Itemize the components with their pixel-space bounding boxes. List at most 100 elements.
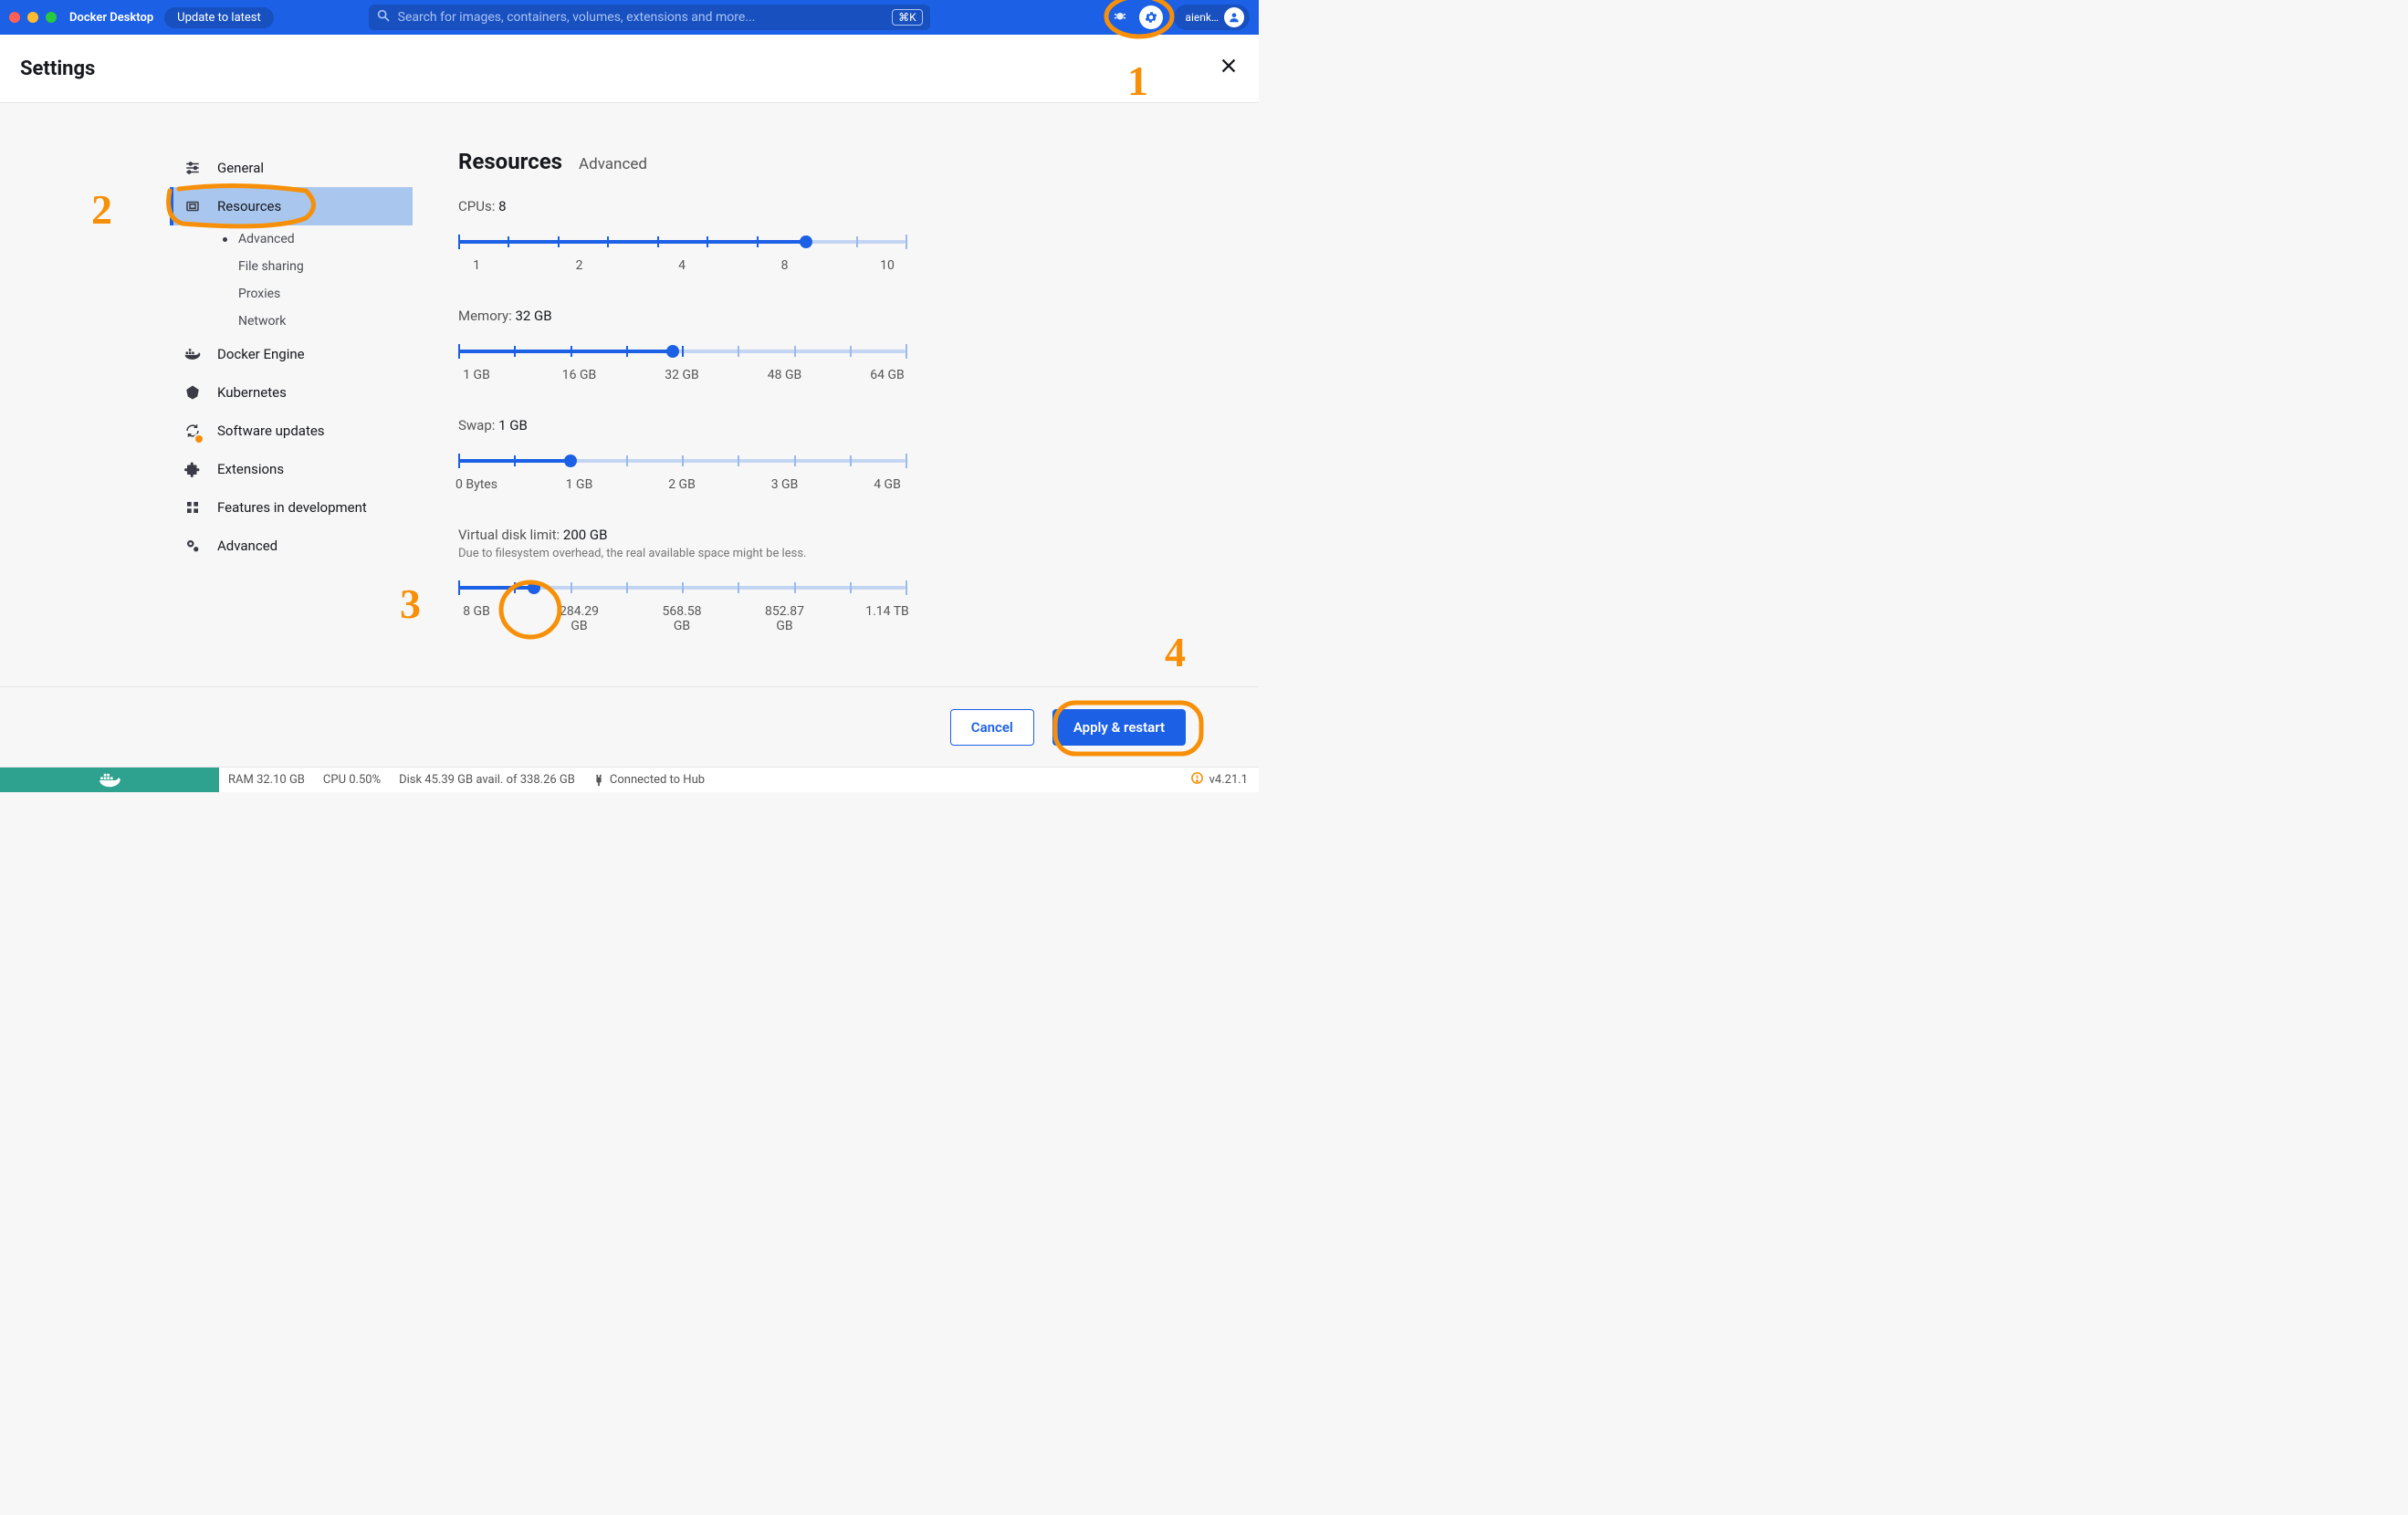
- setting-cpus: CPUs: 8 124810: [458, 198, 1122, 273]
- minimize-window-icon[interactable]: [27, 12, 38, 23]
- slider-tick-label: 1.14 TB: [860, 604, 915, 633]
- disk-note: Due to filesystem overhead, the real ava…: [458, 547, 1122, 560]
- memory-slider-labels: 1 GB 16 GB 32 GB 48 GB 64 GB: [449, 368, 915, 382]
- search-input[interactable]: Search for images, containers, volumes, …: [369, 5, 930, 30]
- sidebar-item-label: Software updates: [217, 423, 325, 439]
- slider-tick-label: 4 GB: [860, 477, 915, 492]
- sidebar-item-advanced[interactable]: Advanced: [170, 527, 413, 565]
- cpus-label: CPUs:: [458, 198, 495, 214]
- slider-tick-label: 1 GB: [552, 477, 607, 492]
- sidebar-item-docker-engine[interactable]: Docker Engine: [170, 335, 413, 373]
- disk-slider-labels: 8 GB 284.29 GB 568.58 GB 852.87 GB 1.14 TB: [449, 604, 915, 633]
- disk-label: Virtual disk limit:: [458, 527, 560, 543]
- cpus-slider[interactable]: [458, 231, 906, 253]
- resources-icon: [183, 198, 203, 214]
- status-disk: Disk 45.39 GB avail. of 338.26 GB: [390, 773, 584, 787]
- puzzle-icon: [183, 461, 203, 477]
- slider-tick-label: 0 Bytes: [449, 477, 504, 492]
- close-window-icon[interactable]: [9, 12, 20, 23]
- update-button[interactable]: Update to latest: [164, 7, 274, 28]
- settings-header: Settings: [0, 35, 1259, 103]
- sidebar-item-label: Extensions: [217, 461, 284, 477]
- slider-tick-label: 64 GB: [860, 368, 915, 382]
- maximize-window-icon[interactable]: [46, 12, 57, 23]
- sliders-icon: [183, 160, 203, 176]
- sidebar-sub-label: Network: [238, 314, 286, 329]
- shortcut-badge: ⌘K: [892, 9, 923, 26]
- memory-slider[interactable]: [458, 340, 906, 362]
- setting-memory: Memory: 32 GB 1 GB16 GB32 GB48 GB64 GB: [458, 308, 1122, 382]
- username-label: aienk…: [1185, 11, 1219, 24]
- sidebar-item-features-dev[interactable]: Features in development: [170, 488, 413, 527]
- sidebar-sub-filesharing[interactable]: File sharing: [170, 253, 413, 280]
- apply-restart-button[interactable]: Apply & restart: [1052, 709, 1186, 746]
- window-controls: [9, 12, 57, 23]
- avatar-icon: [1224, 7, 1244, 27]
- slider-tick-label: 1: [449, 258, 504, 273]
- account-chip[interactable]: aienk…: [1174, 5, 1250, 30]
- sidebar-item-general[interactable]: General: [170, 149, 413, 187]
- sidebar-item-resources[interactable]: Resources: [170, 187, 413, 225]
- sidebar-sub-label: Proxies: [238, 287, 280, 301]
- sidebar-item-label: Docker Engine: [217, 346, 305, 362]
- bullet-icon: [223, 237, 227, 242]
- memory-label: Memory:: [458, 308, 512, 324]
- sidebar-item-label: Features in development: [217, 499, 367, 516]
- slider-tick-label: 2: [552, 258, 607, 273]
- sidebar-item-extensions[interactable]: Extensions: [170, 450, 413, 488]
- slider-tick-label: 284.29 GB: [552, 604, 607, 633]
- slider-tick-label: 10: [860, 258, 915, 273]
- slider-tick-label: 852.87 GB: [758, 604, 812, 633]
- slider-tick-label: 32 GB: [654, 368, 709, 382]
- content-title: Resources: [458, 149, 562, 174]
- bug-icon[interactable]: [1112, 7, 1128, 27]
- update-badge-icon: [194, 434, 204, 444]
- slider-tick-label: 2 GB: [654, 477, 709, 492]
- footer-actions: Cancel Apply & restart: [0, 686, 1259, 767]
- setting-disk: Virtual disk limit: 200 GB Due to filesy…: [458, 527, 1122, 633]
- cpus-value: 8: [498, 198, 506, 214]
- swap-slider[interactable]: [458, 450, 906, 472]
- sidebar-sub-network[interactable]: Network: [170, 308, 413, 335]
- content-subtitle: Advanced: [579, 155, 647, 173]
- search-placeholder: Search for images, containers, volumes, …: [398, 10, 885, 25]
- sidebar-item-kubernetes[interactable]: Kubernetes: [170, 373, 413, 412]
- sidebar-sub-advanced[interactable]: Advanced: [170, 225, 413, 253]
- cancel-button[interactable]: Cancel: [950, 709, 1034, 746]
- sidebar-sub-proxies[interactable]: Proxies: [170, 280, 413, 308]
- disk-value: 200 GB: [563, 527, 608, 543]
- sidebar-item-software-updates[interactable]: Software updates: [170, 412, 413, 450]
- version-label: v4.21.1: [1209, 773, 1248, 787]
- grid-icon: [183, 500, 203, 515]
- settings-sidebar: General Resources Advanced File sharing …: [0, 149, 413, 686]
- kubernetes-icon: [183, 384, 203, 401]
- slider-tick-label: 1 GB: [449, 368, 504, 382]
- slider-tick-label: 4: [654, 258, 709, 273]
- sidebar-sub-label: Advanced: [238, 232, 295, 246]
- swap-slider-labels: 0 Bytes 1 GB 2 GB 3 GB 4 GB: [449, 477, 915, 492]
- cpus-slider-labels: 1 2 4 8 10: [449, 258, 915, 273]
- memory-value: 32 GB: [515, 308, 551, 324]
- settings-button[interactable]: [1139, 5, 1163, 29]
- sidebar-item-label: Resources: [217, 198, 281, 214]
- slider-tick-label: 3 GB: [758, 477, 812, 492]
- status-hub: Connected to Hub: [584, 773, 714, 787]
- slider-tick-label: 8 GB: [449, 604, 504, 633]
- plug-icon: [593, 774, 604, 787]
- slider-tick-label: 8: [758, 258, 812, 273]
- whale-icon: [183, 347, 203, 361]
- slider-tick-label: 16 GB: [552, 368, 607, 382]
- warning-icon[interactable]: [1190, 771, 1204, 789]
- swap-value: 1 GB: [498, 417, 528, 434]
- close-button[interactable]: [1219, 56, 1239, 81]
- swap-label: Swap:: [458, 417, 495, 434]
- docker-running-indicator[interactable]: [0, 768, 219, 792]
- disk-slider[interactable]: [458, 577, 906, 599]
- slider-tick-label: 48 GB: [758, 368, 812, 382]
- sidebar-item-label: General: [217, 160, 264, 176]
- search-icon: [376, 8, 391, 26]
- statusbar: RAM 32.10 GB CPU 0.50% Disk 45.39 GB ava…: [0, 767, 1259, 792]
- slider-tick-label: 568.58 GB: [654, 604, 709, 633]
- settings-content: Resources Advanced CPUs: 8 1 2 4 8 10 Memory…: [413, 149, 1259, 686]
- titlebar: Docker Desktop Update to latest Search f…: [0, 0, 1259, 35]
